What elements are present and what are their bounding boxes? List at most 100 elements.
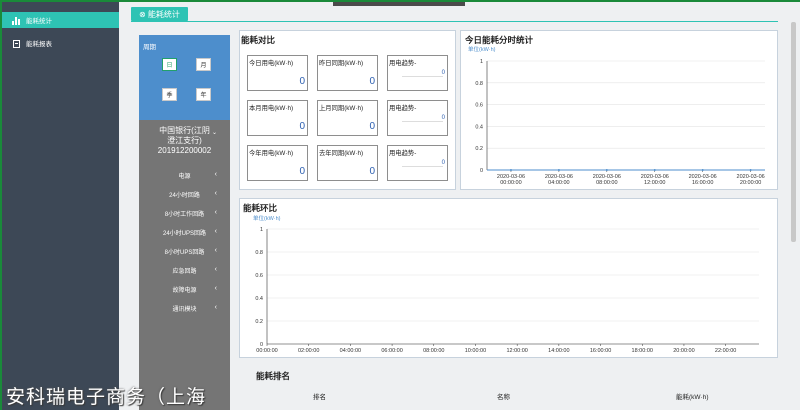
- y-tick-label: 0.2: [255, 319, 263, 325]
- x-tick-label-time: 20:00:00: [740, 180, 761, 186]
- period-month-button[interactable]: 月: [196, 58, 211, 71]
- x-tick-label: 02:00:00: [298, 348, 319, 354]
- chevron-left-icon: ‹: [214, 190, 217, 197]
- data-point: [557, 169, 560, 171]
- tree-item[interactable]: 应急回路 ‹: [139, 261, 230, 280]
- data-point: [653, 169, 656, 171]
- bar-chart-icon: [11, 15, 21, 25]
- energy-compare-panel: 能耗对比 今日用电(kW·h) 0 昨日同期(kW·h) 0 用电趋势- 0 本…: [239, 30, 456, 190]
- tree-item-label: 24小时回路: [169, 193, 200, 199]
- tree-item[interactable]: 电源 ‹: [139, 166, 230, 185]
- tree-item[interactable]: 8小时工作回路 ‹: [139, 204, 230, 223]
- y-tick-label: 1: [260, 227, 263, 233]
- sidebar-item-label: 能耗报表: [26, 41, 52, 48]
- tree-item-label: 24小时UPS回路: [162, 231, 206, 237]
- yesterday-usage-card: 昨日同期(kW·h) 0: [317, 55, 378, 91]
- trend-sparkline: [402, 121, 443, 122]
- card-label: 上月同期(kW·h): [319, 105, 364, 112]
- x-tick-label: 20:00:00: [673, 348, 694, 354]
- card-label: 去年同期(kW·h): [319, 150, 364, 157]
- tree-item[interactable]: 24小时UPS回路 ‹: [139, 223, 230, 242]
- x-tick-label: 12:00:00: [506, 348, 527, 354]
- today-usage-card: 今日用电(kW·h) 0: [247, 55, 308, 91]
- card-value: 0: [299, 166, 305, 177]
- today-chart: 单位(kW·h)00.20.40.60.812020-03-0600:00:00…: [468, 45, 765, 186]
- tree-item[interactable]: 24小时回路 ‹: [139, 185, 230, 204]
- x-tick-label: 22:00:00: [715, 348, 736, 354]
- last-month-usage-card: 上月同期(kW·h) 0: [317, 100, 378, 136]
- y-tick-label: 1: [480, 59, 483, 65]
- report-icon: [11, 38, 21, 48]
- sidebar-item-energy-stats[interactable]: 能耗统计: [2, 12, 119, 28]
- ring-chart: 单位(kW·h)00.20.40.60.8100:00:00 02:00:00 04…: [253, 214, 759, 354]
- tree-item[interactable]: 故障电源 ‹: [139, 280, 230, 299]
- day-trend-card: 用电趋势- 0: [387, 55, 448, 91]
- sidebar: 能耗统计 能耗报表: [2, 2, 119, 410]
- chevron-down-icon: ⌄: [211, 130, 217, 136]
- period-year-button[interactable]: 年: [196, 88, 211, 101]
- last-year-usage-card: 去年同期(kW·h) 0: [317, 145, 378, 181]
- y-tick-label: 0.2: [475, 146, 483, 152]
- x-tick-label: 00:00:00: [256, 348, 277, 354]
- today-chart-panel: 今日能耗分时统计 单位(kW·h) 0 0.2 0.4 0.6 0.8 1 2020-03-0…: [460, 30, 778, 190]
- y-axis-unit-label: 单位(kW·h): [468, 45, 496, 53]
- y-tick-label: 0.4: [475, 124, 483, 130]
- tree-item-label: 8小时UPS回路: [164, 250, 205, 256]
- site-node[interactable]: 中国银行(江阴 澄江支行) 201912200002 ⌄: [139, 126, 230, 156]
- period-panel: 周期 日 月 季 年: [139, 35, 230, 120]
- ranking-section: 能耗排名 排名 名称 能耗(kW·h): [239, 362, 778, 410]
- x-tick-label: 18:00:00: [632, 348, 653, 354]
- y-tick-label: 0.8: [475, 81, 483, 87]
- tree-item[interactable]: 8小时UPS回路 ‹: [139, 242, 230, 261]
- sidebar-item-energy-report[interactable]: 能耗报表: [2, 35, 119, 51]
- x-tick-label: 14:00:00: [548, 348, 569, 354]
- period-quarter-button[interactable]: 季: [162, 88, 177, 101]
- card-label: 今年用电(kW·h): [249, 150, 294, 157]
- sidebar-item-label: 能耗统计: [26, 18, 52, 25]
- x-tick-label-time: 08:00:00: [596, 180, 617, 186]
- tree-item-label: 电源: [178, 174, 191, 180]
- x-tick-label: 06:00:00: [381, 348, 402, 354]
- x-tick-label: 04:00:00: [340, 348, 361, 354]
- tree-item[interactable]: 通讯模块 ‹: [139, 299, 230, 318]
- card-value: 0: [299, 121, 305, 132]
- card-value: 0: [299, 76, 305, 87]
- tab-energy-stats[interactable]: ⊗ 能耗统计: [131, 7, 188, 21]
- card-value: 0: [369, 166, 375, 177]
- ranking-col-name: 名称: [497, 394, 510, 401]
- month-trend-card: 用电趋势- 0: [387, 100, 448, 136]
- tree-item-label: 8小时工作回路: [164, 212, 205, 218]
- x-tick-label-time: 16:00:00: [692, 180, 713, 186]
- data-point: [509, 169, 512, 171]
- year-usage-card: 今年用电(kW·h) 0: [247, 145, 308, 181]
- data-point: [605, 169, 608, 171]
- card-value: 0: [369, 121, 375, 132]
- data-point: [701, 169, 704, 171]
- card-label: 用电趋势-: [389, 60, 417, 67]
- x-tick-label-time: 00:00:00: [500, 180, 521, 186]
- ranking-title: 能耗排名: [256, 371, 291, 381]
- energy-compare-title: 能耗对比: [241, 35, 276, 45]
- card-label: 昨日同期(kW·h): [319, 60, 364, 67]
- card-label: 用电趋势-: [389, 105, 417, 112]
- y-axis-unit-label: 单位(kW·h): [253, 214, 281, 222]
- month-usage-card: 本月用电(kW·h) 0: [247, 100, 308, 136]
- ranking-col-energy: 能耗(kW·h): [676, 394, 709, 401]
- x-tick-label: 10:00:00: [465, 348, 486, 354]
- y-tick-label: 0.4: [255, 296, 263, 302]
- x-tick-label: 08:00:00: [423, 348, 444, 354]
- circuit-tree: 中国银行(江阴 澄江支行) 201912200002 ⌄ 电源 ‹ 24小时回路 ‹…: [139, 120, 230, 410]
- tree-item-label: 通讯模块: [172, 307, 197, 313]
- chevron-left-icon: ‹: [214, 247, 217, 254]
- scrollbar[interactable]: [791, 22, 796, 242]
- year-trend-card: 用电趋势- 0: [387, 145, 448, 181]
- site-code: 201912200002: [157, 146, 212, 155]
- watermark-text: 安科瑞电子商务（上海: [6, 386, 207, 408]
- x-tick-label-time: 12:00:00: [644, 180, 665, 186]
- x-tick-label: 16:00:00: [590, 348, 611, 354]
- data-point: [749, 169, 752, 171]
- period-title: 周期: [143, 44, 156, 51]
- period-day-button[interactable]: 日: [162, 58, 177, 71]
- card-label: 本月用电(kW·h): [249, 105, 294, 112]
- tab-underline: [131, 21, 778, 22]
